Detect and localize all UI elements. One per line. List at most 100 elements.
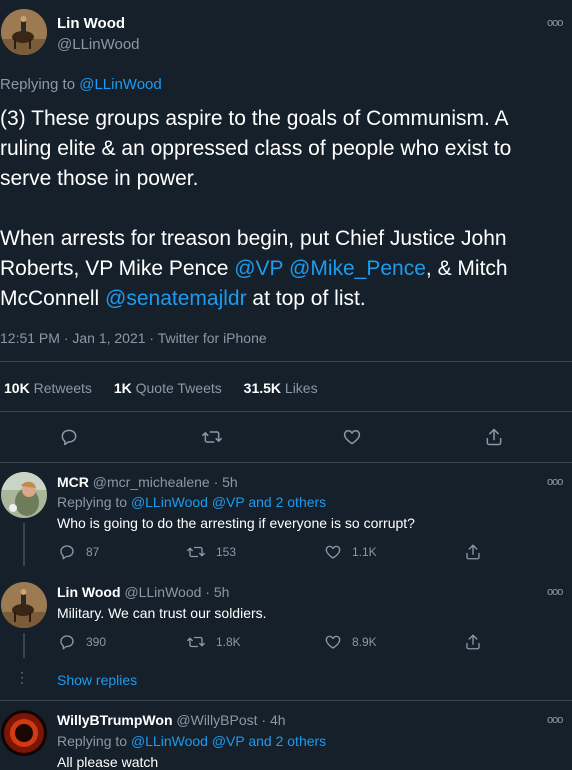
more-options-icon[interactable]: ooo [547,17,563,29]
author-name[interactable]: Lin Wood [57,15,125,32]
replying-to-links[interactable]: @LLinWood @VP and 2 others [131,733,326,749]
reply-header: MCR @mcr_michealene · 5h [57,474,238,490]
tweet-text-line [0,194,572,224]
tweet-text-segment: , & Mitch [425,257,508,280]
more-options-icon[interactable]: ooo [547,714,563,726]
quotes-label: Quote Tweets [135,380,222,396]
tweet-text-segment: When arrests for treason begin, put Chie… [0,227,507,250]
author-avatar[interactable] [1,9,47,55]
tweet-text-line: When arrests for treason begin, put Chie… [0,224,572,254]
reply-button[interactable]: 390 [58,633,106,651]
replying-to-label: Replying to [57,494,131,510]
thread-connector [23,633,25,658]
tweet-text-line: serve those in power. [0,164,572,194]
reply-time[interactable]: · 5h [214,474,238,490]
likes-label: Likes [284,380,318,396]
reply-author-handle[interactable]: @WillyBPost [176,712,257,728]
retweet-count: 1.8K [216,635,241,649]
replying-to: Replying to @LLinWood [0,76,162,93]
retweets-count: 10K [4,380,30,396]
mention-link[interactable]: @Mike_Pence [289,257,426,280]
reply-author-name[interactable]: MCR [57,474,89,490]
tweet-stats: 10K Retweets 1K Quote Tweets 31.5K Likes [4,380,318,396]
share-icon [466,634,480,650]
retweet-button[interactable]: 153 [186,543,236,561]
heart-icon [325,545,341,559]
share-button[interactable] [464,543,482,561]
tweet-text-segment: serve those in power. [0,167,199,190]
reply-icon [60,545,74,560]
like-button[interactable] [342,427,362,447]
reply-header: Lin Wood @LLinWood · 5h [57,584,229,600]
like-count: 8.9K [352,635,377,649]
reply-author-handle[interactable]: @LLinWood [124,584,201,600]
tweet-text-line: ruling elite & an oppressed class of peo… [0,134,572,164]
reply-text: All please watch [57,754,159,770]
like-button[interactable]: 8.9K [324,633,377,651]
author-handle[interactable]: @LLinWood [57,36,140,53]
reply-author-name[interactable]: Lin Wood [57,584,121,600]
reply-text: Who is going to do the arresting if ever… [57,515,415,531]
share-button[interactable] [484,427,504,447]
reply-author-handle[interactable]: @mcr_michealene [93,474,210,490]
quote-tweets-stat[interactable]: 1K Quote Tweets [114,380,222,396]
reply-text: Military. We can trust our soldiers. [57,605,267,621]
dotted-thread-icon: · · · [20,665,24,689]
tweet-text-segment: Roberts, VP Mike Pence [0,257,235,280]
reply-author-name[interactable]: WillyBTrumpWon [57,712,173,728]
horse-rider-photo [1,9,47,55]
retweets-label: Retweets [33,380,92,396]
reply-button[interactable] [59,427,79,447]
tweet-timestamp[interactable]: 12:51 PM · Jan 1, 2021 · Twitter for iPh… [0,330,267,346]
tweet-text-line: McConnell @senatemajldr at top of list. [0,284,572,314]
tweet-text-segment: at top of list. [246,287,366,310]
horse-rider-photo [1,582,47,628]
mention-link[interactable]: @VP [234,257,283,280]
user-photo [1,472,47,518]
retweet-button[interactable]: 1.8K [186,633,241,651]
show-replies-link[interactable]: Show replies [57,672,137,688]
heart-icon [343,430,361,445]
replying-to-label: Replying to [57,733,131,749]
likes-stat[interactable]: 31.5K Likes [244,380,318,396]
like-count: 1.1K [352,545,377,559]
reply-time[interactable]: · 5h [205,584,229,600]
reply-avatar[interactable] [1,472,47,518]
tweet-text-line: (3) These groups aspire to the goals of … [0,104,572,134]
divider [0,411,572,412]
tweet-text-segment: ruling elite & an oppressed class of peo… [0,137,512,160]
replying-to-link[interactable]: @LLinWood [79,76,162,93]
tweet-text-segment: (3) These groups aspire to the goals of … [0,107,509,130]
like-button[interactable]: 1.1K [324,543,377,561]
tweet-text-line: Roberts, VP Mike Pence @VP @Mike_Pence, … [0,254,572,284]
likes-count: 31.5K [243,380,282,396]
heart-icon [325,635,341,649]
retweet-button[interactable] [201,427,223,447]
retweet-icon [187,546,205,558]
divider [0,700,572,701]
more-options-icon[interactable]: ooo [547,586,563,598]
more-options-icon[interactable]: ooo [547,476,563,488]
reply-avatar[interactable] [1,710,47,756]
thread-connector [23,523,25,566]
reply-button[interactable]: 87 [58,543,99,561]
reply-count: 87 [86,545,100,559]
mention-link[interactable]: @senatemajldr [105,287,247,310]
reply-count: 390 [86,635,107,649]
replying-to-links[interactable]: @LLinWood @VP and 2 others [131,494,326,510]
share-button[interactable] [464,633,482,651]
reply-avatar[interactable] [1,582,47,628]
quotes-count: 1K [113,380,132,396]
reply-header: WillyBTrumpWon @WillyBPost · 4h [57,712,286,728]
user-photo [1,710,47,756]
reply-time[interactable]: · 4h [261,712,285,728]
replying-to: Replying to @LLinWood @VP and 2 others [57,733,326,749]
divider [0,361,572,362]
replying-to-label: Replying to [0,76,80,93]
reply-icon [61,429,77,446]
share-icon [486,428,502,446]
divider [0,462,572,463]
retweets-stat[interactable]: 10K Retweets [4,380,92,396]
share-icon [466,544,480,560]
tweet-text-segment: McConnell [0,287,106,310]
